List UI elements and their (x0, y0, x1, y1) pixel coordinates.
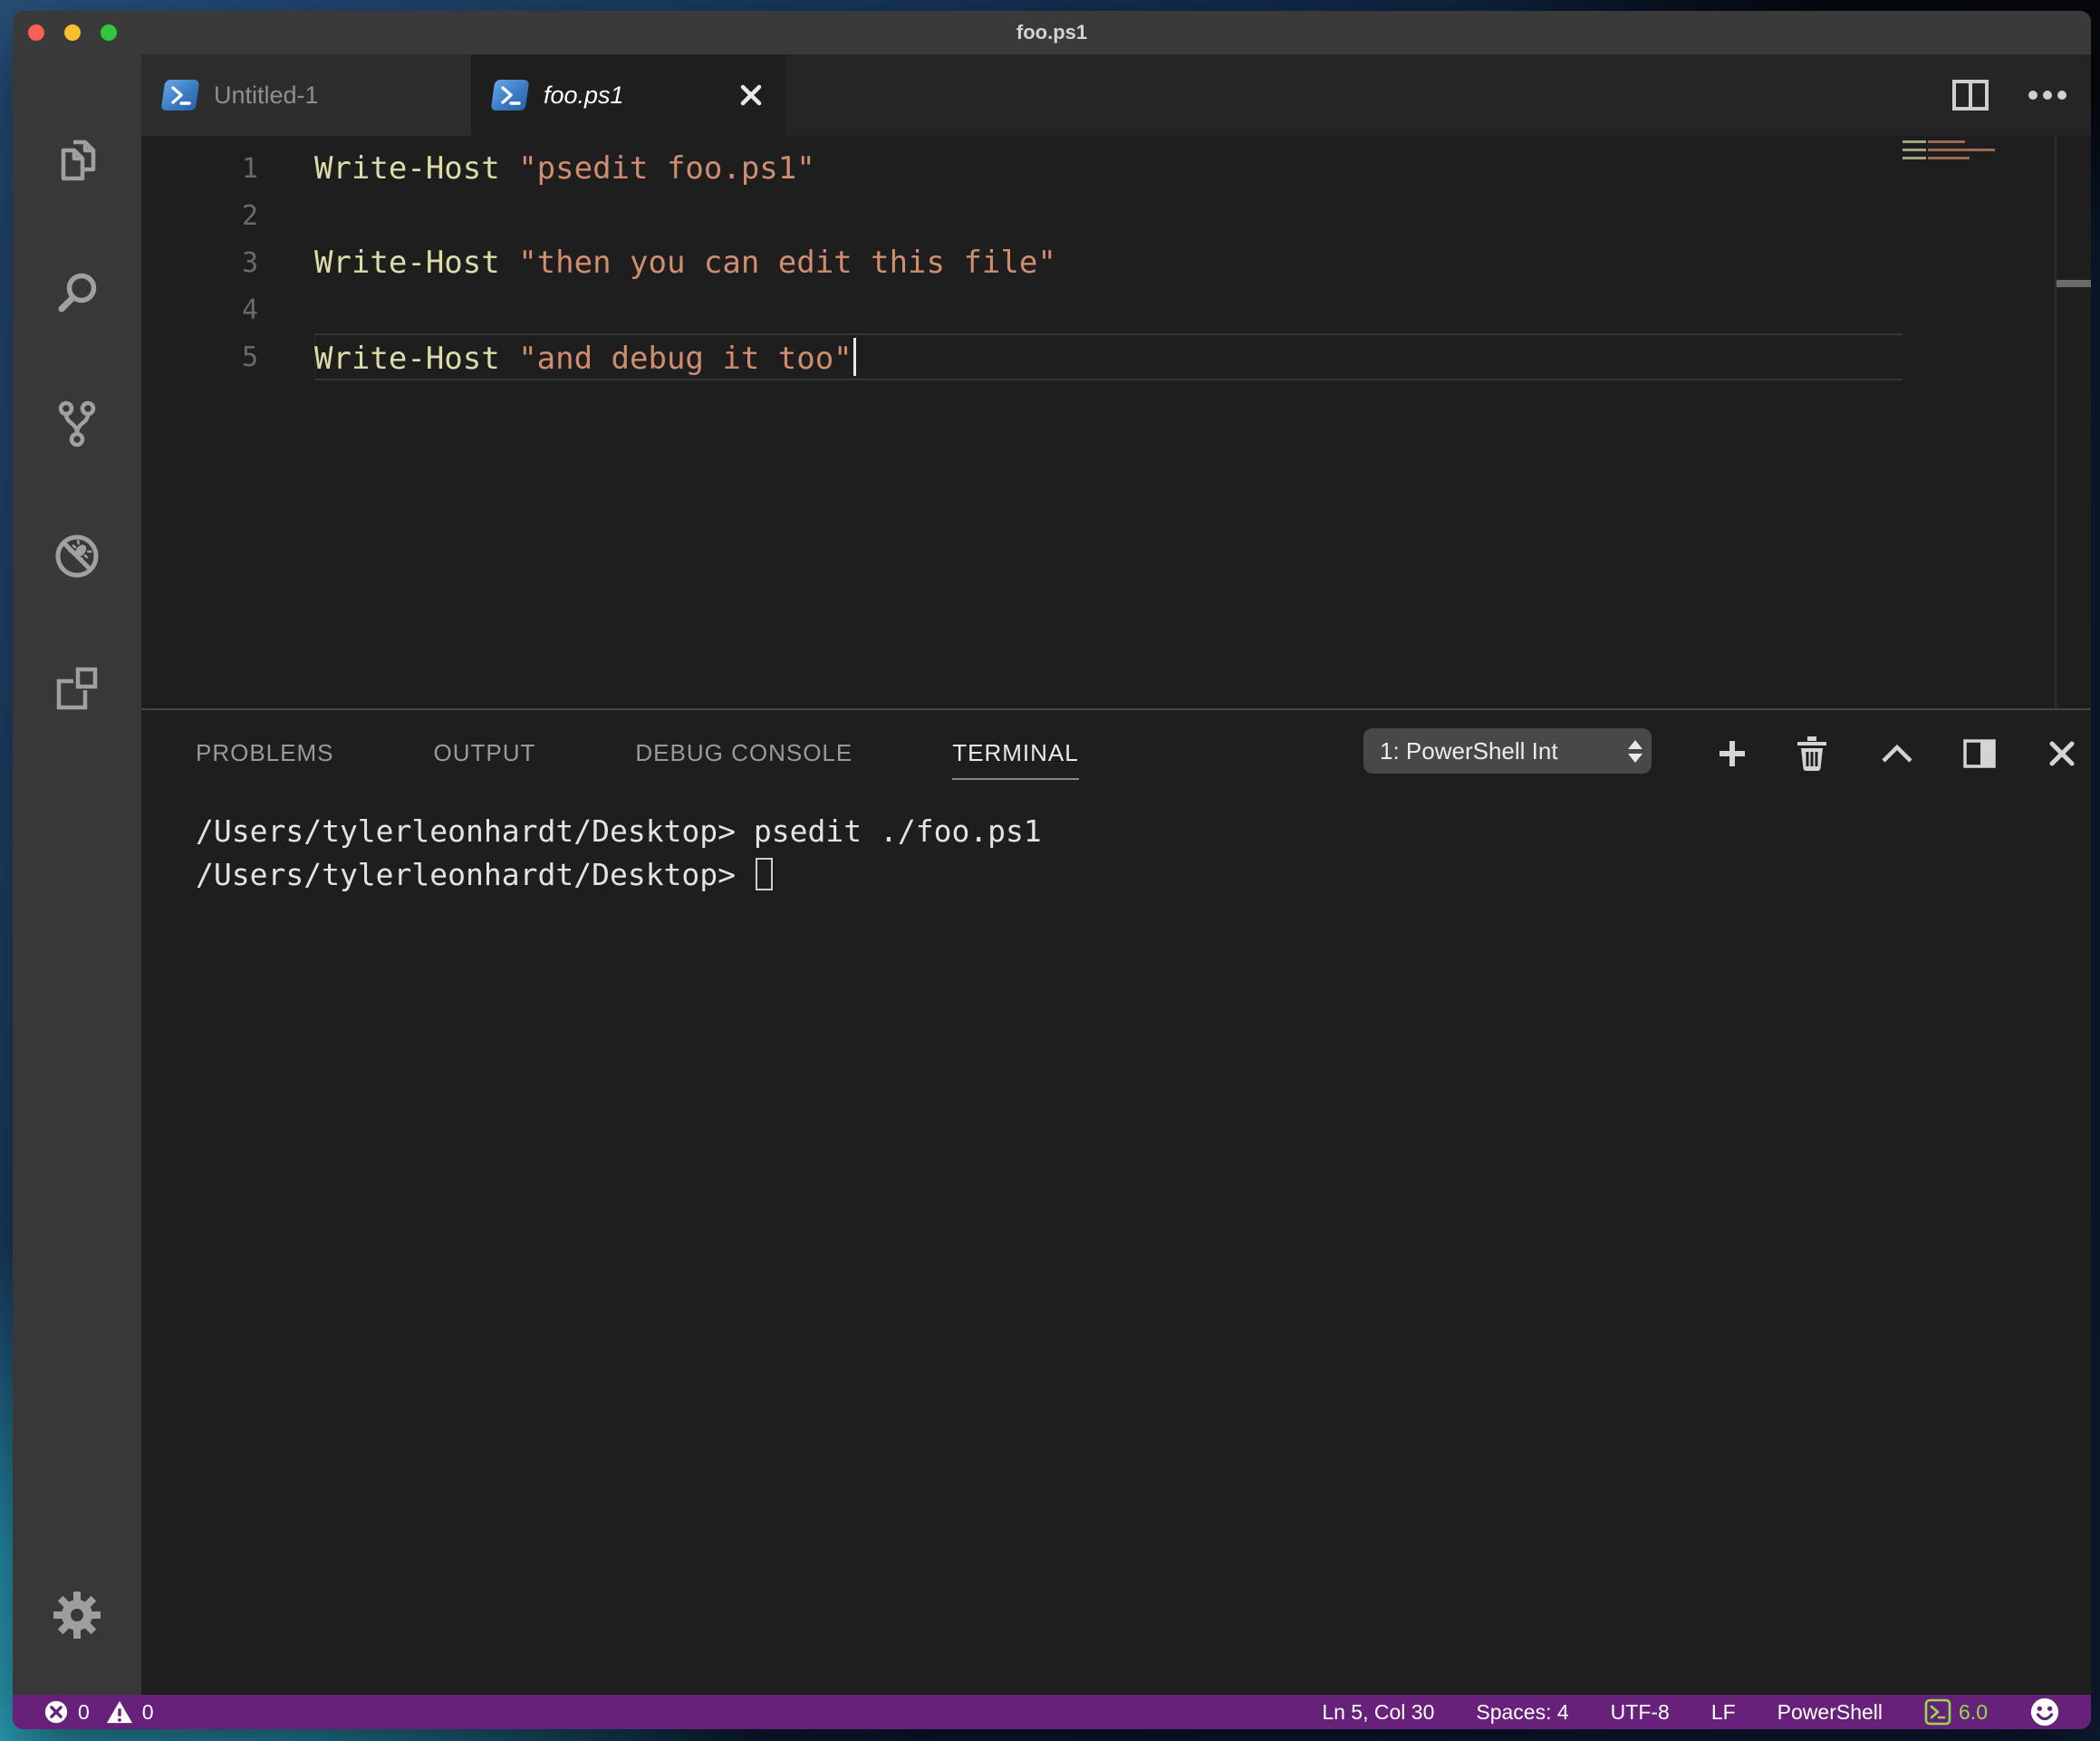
search-icon[interactable] (52, 268, 102, 319)
new-terminal-icon[interactable] (1714, 736, 1750, 772)
powershell-file-icon (160, 80, 200, 111)
panel-tab-bar: PROBLEMS OUTPUT DEBUG CONSOLE TERMINAL (196, 710, 1079, 795)
vscode-window: foo.ps1 Untitled-1 foo.ps1 1 Write-Host … (13, 11, 2091, 1729)
code-line[interactable]: 3 Write-Host "then you can edit this file… (141, 239, 2091, 286)
eol-setting[interactable]: LF (1711, 1700, 1736, 1725)
code-text: Write-Host "psedit foo.ps1" (314, 150, 815, 187)
debug-icon[interactable] (52, 531, 102, 582)
cursor-position[interactable]: Ln 5, Col 30 (1322, 1700, 1434, 1725)
code-editor[interactable]: 1 Write-Host "psedit foo.ps1" 2 3 Write-Host… (141, 136, 2091, 708)
error-count: 0 (78, 1699, 90, 1724)
powershell-session-icon (1924, 1698, 1951, 1726)
source-control-icon[interactable] (52, 399, 102, 449)
overview-ruler-decoration (2057, 280, 2091, 287)
terminal-select-value: 1: PowerShell Int (1380, 736, 1558, 765)
minimap-line (1903, 153, 2047, 156)
split-editor-icon[interactable] (1951, 78, 1989, 112)
desktop-background: { "window": { "title": "foo.ps1" }, "col… (0, 0, 2100, 1741)
minimap-line (1903, 145, 2047, 148)
file-encoding[interactable]: UTF-8 (1611, 1700, 1670, 1725)
more-actions-icon[interactable] (2028, 90, 2067, 101)
title-bar[interactable]: foo.ps1 (13, 11, 2091, 54)
terminal-line: /Users/tylerleonhardt/Desktop> psedit ./… (196, 813, 1042, 849)
kill-terminal-icon[interactable] (1794, 736, 1830, 772)
panel-tab-debug-console[interactable]: DEBUG CONSOLE (635, 739, 853, 767)
code-line[interactable]: 1 Write-Host "psedit foo.ps1" (141, 145, 2091, 192)
code-line[interactable]: 4 (141, 286, 2091, 333)
line-number: 1 (241, 152, 258, 185)
panel-tab-output[interactable]: OUTPUT (434, 739, 536, 767)
editor-actions (1951, 54, 2067, 136)
warning-icon (106, 1700, 132, 1724)
panel-tab-problems[interactable]: PROBLEMS (196, 739, 334, 767)
tab-label: Untitled-1 (214, 81, 319, 109)
tab-bar: Untitled-1 foo.ps1 (141, 54, 2091, 136)
status-bar: 0 0 Ln 5, Col 30 Spaces: 4 UTF-8 LF Powe… (13, 1695, 2091, 1729)
close-panel-icon[interactable] (2044, 736, 2080, 772)
maximize-panel-icon[interactable] (1879, 736, 1915, 772)
select-spinner-icon (1628, 739, 1642, 763)
extensions-icon[interactable] (52, 663, 102, 714)
powershell-version: 6.0 (1959, 1699, 1988, 1724)
error-icon (44, 1700, 68, 1724)
move-panel-icon[interactable] (1961, 736, 1998, 772)
code-line[interactable]: 5 Write-Host "and debug it too" (141, 333, 2091, 380)
close-tab-icon[interactable] (711, 82, 764, 108)
powershell-session[interactable]: 6.0 (1924, 1698, 1988, 1726)
code-line[interactable]: 2 (141, 192, 2091, 239)
smiley-icon (2030, 1698, 2059, 1727)
tab-foo-ps1[interactable]: foo.ps1 (471, 54, 785, 136)
line-number: 4 (241, 293, 258, 326)
panel-tab-terminal[interactable]: TERMINAL (952, 739, 1079, 780)
terminal-content[interactable]: /Users/tylerleonhardt/Desktop> psedit ./… (141, 810, 2091, 1695)
code-text: Write-Host "then you can edit this file" (314, 245, 1056, 281)
line-number: 2 (241, 199, 258, 232)
warning-count: 0 (141, 1699, 154, 1724)
tab-label: foo.ps1 (544, 81, 624, 109)
terminal-select[interactable]: 1: PowerShell Int (1363, 728, 1652, 774)
settings-gear-icon[interactable] (52, 1590, 102, 1640)
explorer-icon[interactable] (52, 136, 102, 187)
tab-untitled-1[interactable]: Untitled-1 (141, 54, 471, 136)
powershell-file-icon (490, 80, 530, 111)
minimap-line (1903, 140, 2047, 143)
editor-cursor (853, 337, 856, 376)
window-title: foo.ps1 (1016, 21, 1088, 43)
activity-bar (13, 54, 141, 1695)
language-mode[interactable]: PowerShell (1777, 1700, 1883, 1725)
minimap[interactable] (1903, 140, 2047, 161)
code-text: Write-Host "and debug it too" (314, 337, 856, 377)
minimap-line (1903, 157, 2047, 159)
indentation-setting[interactable]: Spaces: 4 (1476, 1700, 1568, 1725)
problems-status[interactable]: 0 0 (43, 1699, 154, 1725)
scrollbar-divider (2055, 136, 2057, 708)
panel: PROBLEMS OUTPUT DEBUG CONSOLE TERMINAL 1… (141, 708, 2091, 1695)
terminal-cursor (755, 858, 773, 890)
minimap-line (1903, 149, 2047, 151)
terminal-line: /Users/tylerleonhardt/Desktop> (141, 853, 2091, 897)
feedback-smiley[interactable] (2029, 1697, 2060, 1727)
line-number: 5 (241, 341, 258, 373)
line-number: 3 (241, 246, 258, 279)
editor-group: Untitled-1 foo.ps1 1 Write-Host "psedit … (141, 54, 2091, 1695)
